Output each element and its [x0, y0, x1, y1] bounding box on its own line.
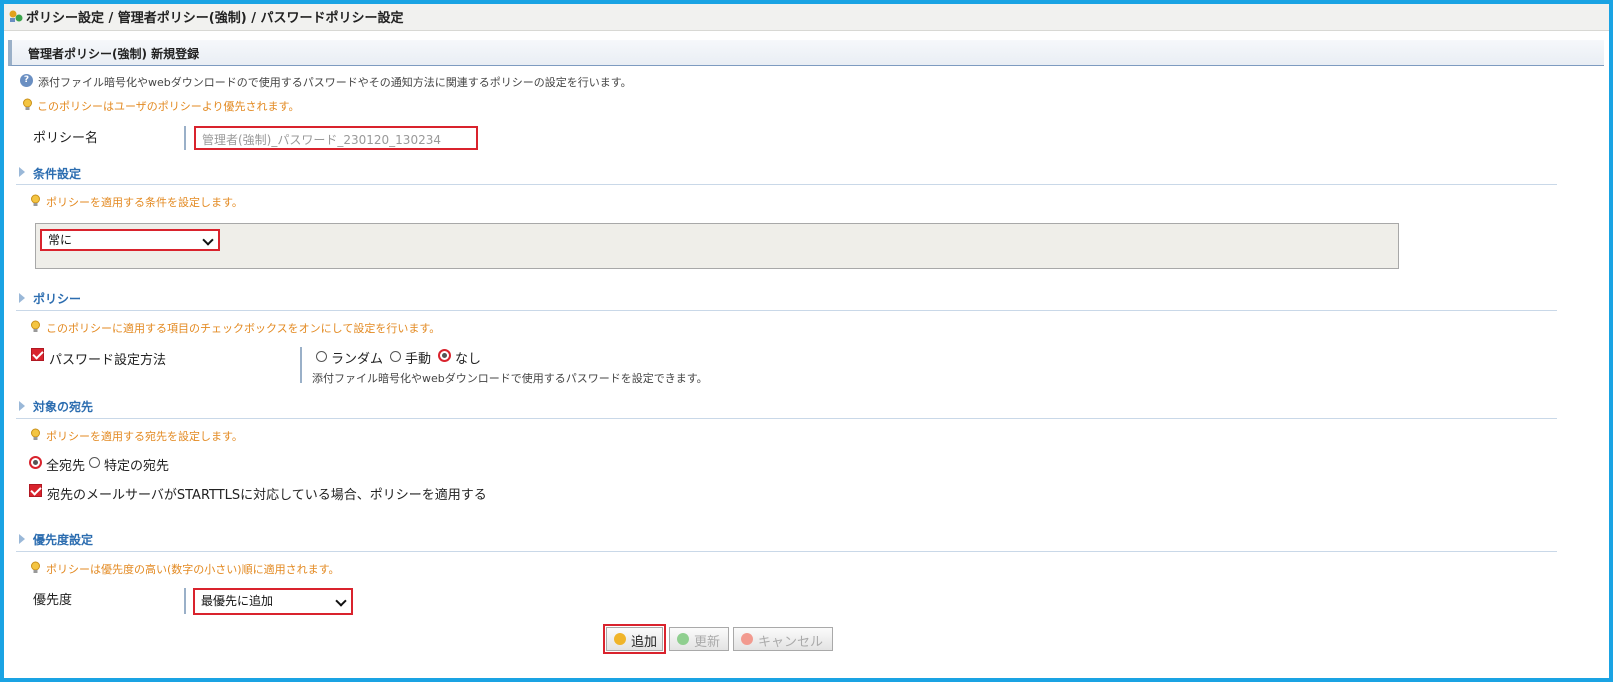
- divider: [16, 418, 1557, 419]
- radio-random[interactable]: [316, 351, 327, 362]
- lightbulb-icon: [31, 428, 40, 440]
- help-icon: ?: [20, 74, 33, 87]
- section-arrow-icon: [19, 167, 25, 177]
- add-button-label: 追加: [631, 635, 658, 650]
- condition-select-value: 常に: [48, 233, 73, 247]
- cancel-button[interactable]: キャンセル: [733, 627, 833, 651]
- policy-title[interactable]: ポリシー: [33, 290, 81, 307]
- conditions-hint: ポリシーを適用する条件を設定します。: [46, 196, 243, 209]
- radio-all-recipients[interactable]: [29, 456, 42, 469]
- priority-select[interactable]: 最優先に追加: [193, 588, 353, 615]
- condition-select[interactable]: 常に: [40, 229, 220, 251]
- radio-all-recipients-label: 全宛先: [46, 459, 86, 474]
- starttls-checkbox[interactable]: [29, 484, 42, 497]
- policy-icon: [9, 10, 23, 22]
- info-text: 添付ファイル暗号化やwebダウンロードので使用するパスワードやその通知方法に関連…: [38, 76, 632, 89]
- divider: [16, 310, 1557, 311]
- radio-specific-recipients-label: 特定の宛先: [104, 459, 170, 474]
- priority-note: このポリシーはユーザのポリシーより優先されます。: [37, 100, 300, 113]
- priority-title[interactable]: 優先度設定: [33, 531, 93, 548]
- policy-name-input[interactable]: 管理者(強制)_パスワード_230120_130234: [194, 126, 478, 150]
- form-title: 管理者ポリシー(強制) 新規登録: [28, 47, 200, 61]
- starttls-label: 宛先のメールサーバがSTARTTLSに対応している場合、ポリシーを適用する: [47, 488, 487, 503]
- section-arrow-icon: [19, 401, 25, 411]
- lightbulb-icon: [31, 194, 40, 206]
- priority-label: 優先度: [33, 593, 73, 608]
- section-arrow-icon: [19, 534, 25, 544]
- cancel-button-label: キャンセル: [758, 635, 824, 650]
- lightbulb-icon: [31, 320, 40, 332]
- password-method-label: パスワード設定方法: [49, 353, 167, 368]
- section-arrow-icon: [19, 293, 25, 303]
- plus-icon: [614, 633, 626, 645]
- password-method-description: 添付ファイル暗号化やwebダウンロードで使用するパスワードを設定できます。: [312, 372, 708, 385]
- radio-manual-label: 手動: [405, 352, 432, 367]
- breadcrumb: ポリシー設定 / 管理者ポリシー(強制) / パスワードポリシー設定: [26, 11, 404, 26]
- update-button[interactable]: 更新: [669, 627, 729, 651]
- recipients-hint: ポリシーを適用する宛先を設定します。: [46, 430, 243, 443]
- conditions-panel: [35, 223, 1399, 269]
- form-header: 管理者ポリシー(強制) 新規登録: [8, 40, 1604, 66]
- priority-hint: ポリシーは優先度の高い(数字の小さい)順に適用されます。: [46, 563, 340, 576]
- add-button[interactable]: 追加: [606, 627, 663, 651]
- policy-hint: このポリシーに適用する項目のチェックボックスをオンにして設定を行います。: [46, 322, 441, 335]
- password-method-checkbox[interactable]: [31, 348, 44, 361]
- lightbulb-icon: [31, 561, 40, 573]
- radio-specific-recipients[interactable]: [89, 457, 100, 468]
- update-button-label: 更新: [694, 635, 721, 650]
- chevron-down-icon: [202, 234, 214, 246]
- field-divider: [184, 126, 186, 150]
- conditions-title[interactable]: 条件設定: [33, 165, 81, 182]
- recipients-title[interactable]: 対象の宛先: [33, 398, 93, 415]
- chevron-down-icon: [335, 595, 347, 607]
- divider: [16, 551, 1557, 552]
- check-icon: [677, 633, 689, 645]
- minus-icon: [741, 633, 753, 645]
- radio-manual[interactable]: [390, 351, 401, 362]
- radio-random-label: ランダム: [331, 352, 384, 367]
- radio-none[interactable]: [438, 349, 451, 362]
- radio-none-label: なし: [455, 352, 482, 367]
- divider: [16, 184, 1557, 185]
- policy-name-label: ポリシー名: [33, 131, 99, 146]
- priority-select-value: 最優先に追加: [201, 594, 274, 608]
- field-divider: [300, 347, 302, 383]
- lightbulb-icon: [23, 98, 32, 110]
- field-divider: [184, 588, 186, 614]
